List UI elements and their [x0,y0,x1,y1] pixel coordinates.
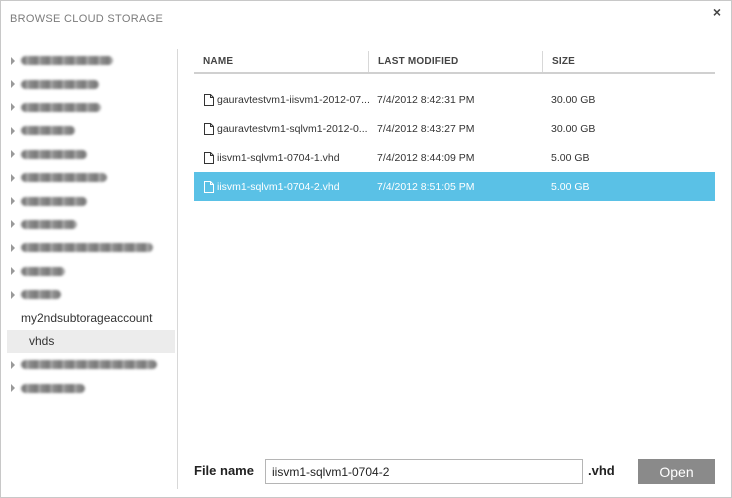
expand-arrow-icon[interactable] [11,173,15,182]
table-row[interactable]: gauravtestvm1-sqlvm1-2012-0... 7/4/2012 8… [194,114,715,143]
redacted-account-name [21,290,61,300]
expand-arrow-icon [11,337,15,345]
expand-arrow-icon[interactable] [11,80,15,89]
expand-arrow-icon[interactable] [11,243,15,252]
redacted-account-name [21,173,107,183]
sidebar-item[interactable] [7,166,175,189]
sidebar-item[interactable] [7,96,175,119]
cell-last-modified: 7/4/2012 8:44:09 PM [377,151,475,164]
column-header-name[interactable]: NAME [194,51,368,72]
file-name-text: gauravtestvm1-sqlvm1-2012-0... [217,122,368,135]
document-icon [204,93,214,106]
open-button[interactable]: Open [638,459,715,484]
column-header-last-modified[interactable]: LAST MODIFIED [368,51,542,72]
redacted-account-name [21,149,87,159]
expand-arrow-icon[interactable] [11,126,15,135]
redacted-account-name [21,383,85,393]
sidebar-item-label: vhds [29,334,55,349]
cell-name: gauravtestvm1-iisvm1-2012-07... [194,93,377,106]
file-name-text: gauravtestvm1-iisvm1-2012-07... [217,93,370,106]
file-name-input[interactable] [265,459,583,484]
expand-arrow-icon[interactable] [11,103,15,112]
redacted-account-name [21,219,77,229]
redacted-account-name [21,126,75,136]
sidebar-item[interactable] [7,189,175,212]
sidebar-item[interactable] [7,353,175,376]
sidebar-item[interactable] [7,236,175,259]
document-icon [204,151,214,164]
sidebar-item[interactable] [7,213,175,236]
cell-last-modified: 7/4/2012 8:43:27 PM [377,122,475,135]
cell-size: 5.00 GB [551,180,590,193]
redacted-account-name [21,243,153,253]
table-body: gauravtestvm1-iisvm1-2012-07... 7/4/2012 … [194,85,715,201]
expand-arrow-icon[interactable] [11,290,15,299]
cell-size: 30.00 GB [551,122,596,135]
blob-table: NAME LAST MODIFIED SIZE gauravtestvm1-ii… [194,51,715,201]
file-name-label: File name [194,463,254,478]
cell-size: 5.00 GB [551,151,590,164]
redacted-account-name [21,79,99,89]
document-icon [204,180,214,193]
sidebar-item[interactable]: vhds [7,329,175,354]
expand-arrow-icon[interactable] [11,150,15,159]
sidebar-item[interactable] [7,49,175,72]
sidebar-item[interactable] [7,72,175,95]
dialog-title: BROWSE CLOUD STORAGE [10,13,164,25]
sidebar-item-label: my2ndsubtorageaccount [21,310,153,325]
sidebar-item[interactable]: my2ndsubtorageaccount [7,306,175,329]
redacted-account-name [21,266,65,276]
table-header: NAME LAST MODIFIED SIZE [194,51,715,74]
expand-arrow-icon[interactable] [11,360,15,369]
expand-arrow-icon [11,314,15,322]
table-row[interactable]: gauravtestvm1-iisvm1-2012-07... 7/4/2012 … [194,85,715,114]
cell-last-modified: 7/4/2012 8:51:05 PM [377,180,475,193]
storage-tree: my2ndsubtorageaccount vhds [7,49,175,489]
redacted-account-name [21,102,101,112]
expand-arrow-icon[interactable] [11,197,15,206]
cell-name: gauravtestvm1-sqlvm1-2012-0... [194,122,377,135]
file-name-text: iisvm1-sqlvm1-0704-2.vhd [217,180,340,193]
browse-cloud-storage-dialog: BROWSE CLOUD STORAGE × my2ndsubtorageacc… [0,0,732,498]
sidebar-item[interactable] [7,283,175,306]
close-icon[interactable]: × [713,5,721,19]
sidebar-item[interactable] [7,260,175,283]
expand-arrow-icon[interactable] [11,56,15,65]
redacted-account-name [21,56,113,66]
expand-arrow-icon[interactable] [11,384,15,393]
pane-divider [177,49,178,489]
sidebar-item[interactable] [7,376,175,399]
file-extension: .vhd [588,463,615,478]
cell-name: iisvm1-sqlvm1-0704-2.vhd [194,180,377,193]
redacted-account-name [21,196,87,206]
sidebar-item[interactable] [7,119,175,142]
table-row[interactable]: iisvm1-sqlvm1-0704-2.vhd 7/4/2012 8:51:05… [194,172,715,201]
document-icon [204,122,214,135]
redacted-account-name [21,360,157,370]
expand-arrow-icon[interactable] [11,267,15,276]
cell-size: 30.00 GB [551,93,596,106]
expand-arrow-icon[interactable] [11,220,15,229]
cell-name: iisvm1-sqlvm1-0704-1.vhd [194,151,377,164]
table-row[interactable]: iisvm1-sqlvm1-0704-1.vhd 7/4/2012 8:44:09… [194,143,715,172]
file-name-text: iisvm1-sqlvm1-0704-1.vhd [217,151,340,164]
column-header-size[interactable]: SIZE [542,51,715,72]
sidebar-item[interactable] [7,143,175,166]
cell-last-modified: 7/4/2012 8:42:31 PM [377,93,475,106]
